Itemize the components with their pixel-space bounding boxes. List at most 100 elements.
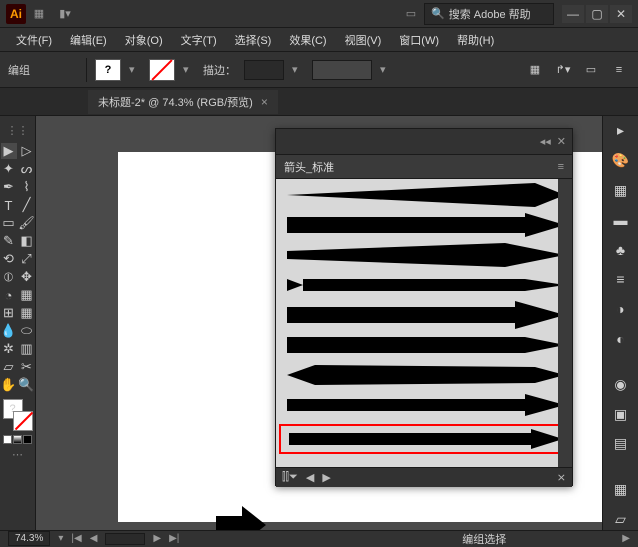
menu-object[interactable]: 对象(O) — [117, 29, 171, 51]
zoom-dropdown-icon[interactable]: ▾ — [58, 533, 63, 544]
appearance-panel-icon[interactable]: ◉ — [610, 374, 632, 396]
graphic-styles-panel-icon[interactable]: ▣ — [610, 403, 632, 425]
menu-select[interactable]: 选择(S) — [227, 29, 280, 51]
artboard-number-field[interactable] — [105, 533, 145, 545]
shaper-tool[interactable]: ✎ — [1, 233, 17, 249]
curvature-tool[interactable]: ⌇ — [19, 179, 35, 195]
sync-icon[interactable]: ▭ — [399, 4, 423, 24]
arrow-symbol-5[interactable] — [280, 301, 570, 329]
arrange-icon[interactable]: ▮▾ — [53, 4, 77, 24]
line-tool[interactable]: ╱ — [19, 197, 35, 213]
arrow-symbol-8[interactable] — [280, 391, 570, 419]
transform-icon[interactable]: ↱▾ — [552, 59, 574, 81]
menu-view[interactable]: 视图(V) — [337, 29, 390, 51]
direct-selection-tool[interactable]: ▷ — [19, 143, 35, 159]
arrow-symbol-4[interactable] — [280, 271, 570, 299]
library-menu-icon[interactable]: ⫿⫿⏷ — [282, 471, 298, 484]
isolate-icon[interactable]: ▭ — [580, 59, 602, 81]
help-search[interactable]: 🔍 搜索 Adobe 帮助 — [424, 3, 554, 25]
delete-symbol-icon[interactable]: ⨯ — [557, 471, 566, 484]
nav-first-icon[interactable]: |◀ — [71, 533, 81, 544]
arrow-symbol-6[interactable] — [280, 331, 570, 359]
stroke-weight-input[interactable] — [244, 60, 284, 80]
fill-swatch[interactable]: ? — [95, 59, 121, 81]
brush-tool[interactable]: 🖌 — [19, 215, 35, 231]
width-tool[interactable]: ⦶ — [1, 269, 17, 285]
perspective-tool[interactable]: ▦ — [19, 287, 35, 303]
gradient-panel-icon[interactable]: ◑ — [610, 298, 632, 320]
toolbox-more-icon[interactable]: ⋯ — [12, 448, 23, 461]
color-panel-icon[interactable]: 🎨 — [610, 150, 632, 172]
gradient-tool[interactable]: ▦ — [19, 305, 35, 321]
scale-tool[interactable]: ⤢ — [19, 251, 35, 267]
blend-tool[interactable]: ⬭ — [19, 323, 35, 339]
hand-tool[interactable]: ✋ — [1, 377, 17, 393]
scrollbar[interactable] — [558, 179, 572, 467]
graph-tool[interactable]: ▥ — [19, 341, 35, 357]
stroke-swatch[interactable] — [149, 59, 175, 81]
fill-stroke-control[interactable]: ? — [3, 399, 33, 431]
symbol-sprayer-tool[interactable]: ✲ — [1, 341, 17, 357]
arrow-symbol-2[interactable] — [280, 211, 570, 239]
align-icon[interactable]: ▦ — [524, 59, 546, 81]
panel-header[interactable]: ◂◂ ✕ — [276, 129, 572, 155]
collapse-icon[interactable]: ◂◂ — [540, 135, 551, 148]
opacity-field[interactable] — [312, 60, 372, 80]
stroke-color[interactable] — [13, 411, 33, 431]
selection-tool[interactable]: ▶ — [1, 143, 17, 159]
next-library-icon[interactable]: ▶ — [322, 471, 330, 484]
panel-menu-icon[interactable]: ≡ — [558, 161, 564, 173]
lasso-tool[interactable]: ᔕ — [19, 161, 35, 177]
nav-prev-icon[interactable]: ◀ — [90, 533, 98, 544]
zoom-level[interactable]: 74.3% — [8, 531, 50, 546]
panel-menu-icon[interactable]: ≡ — [608, 59, 630, 81]
nav-last-icon[interactable]: ▶| — [169, 533, 179, 544]
maximize-button[interactable]: ▢ — [586, 5, 608, 23]
menu-type[interactable]: 文字(T) — [173, 29, 225, 51]
type-tool[interactable]: T — [1, 197, 17, 213]
document-tab[interactable]: 未标题-2* @ 74.3% (RGB/预览) × — [88, 90, 278, 114]
rectangle-tool[interactable]: ▭ — [1, 215, 17, 231]
artboards-panel-icon[interactable]: ▱ — [610, 508, 632, 530]
eyedropper-tool[interactable]: 💧 — [1, 323, 17, 339]
chevron-down-icon[interactable]: ▾ — [380, 63, 392, 76]
close-tab-icon[interactable]: × — [261, 95, 268, 109]
transparency-panel-icon[interactable]: ◐ — [610, 328, 632, 350]
close-button[interactable]: ✕ — [610, 5, 632, 23]
chevron-down-icon[interactable]: ▾ — [292, 63, 304, 76]
shape-builder-tool[interactable]: ◔ — [1, 287, 17, 303]
free-transform-tool[interactable]: ✥ — [19, 269, 35, 285]
mesh-tool[interactable]: ⊞ — [1, 305, 17, 321]
asset-export-panel-icon[interactable]: ▦ — [610, 479, 632, 501]
chevron-down-icon[interactable]: ▾ — [183, 63, 195, 76]
status-menu-icon[interactable]: ▶ — [622, 533, 630, 544]
prev-library-icon[interactable]: ◀ — [306, 471, 314, 484]
rotate-tool[interactable]: ⟲ — [1, 251, 17, 267]
brushes-panel-icon[interactable]: ▬ — [610, 209, 632, 231]
menu-edit[interactable]: 编辑(E) — [62, 29, 115, 51]
color-mode-switches[interactable] — [3, 435, 32, 444]
symbols-panel-icon[interactable]: ♣ — [610, 239, 632, 261]
arrow-symbol-1[interactable] — [280, 181, 570, 209]
artboard-tool[interactable]: ▱ — [1, 359, 17, 375]
magic-wand-tool[interactable]: ✦ — [1, 161, 17, 177]
arrow-symbol-7[interactable] — [280, 361, 570, 389]
arrow-symbol-9-selected[interactable] — [280, 425, 570, 453]
close-panel-icon[interactable]: ✕ — [557, 135, 566, 148]
pen-tool[interactable]: ✒ — [1, 179, 17, 195]
menu-effect[interactable]: 效果(C) — [281, 29, 334, 51]
layers-panel-icon[interactable]: ▤ — [610, 433, 632, 455]
panel-drag-icon[interactable]: ⋮⋮ — [7, 124, 29, 137]
nav-next-icon[interactable]: ▶ — [153, 533, 161, 544]
menu-help[interactable]: 帮助(H) — [449, 29, 502, 51]
menu-file[interactable]: 文件(F) — [8, 29, 60, 51]
minimize-button[interactable]: — — [562, 5, 584, 23]
arrow-symbol-3[interactable] — [280, 241, 570, 269]
panel-tab[interactable]: 箭头_标准 ≡ — [276, 155, 572, 179]
zoom-tool[interactable]: 🔍 — [19, 377, 35, 393]
swatches-panel-icon[interactable]: ▦ — [610, 179, 632, 201]
eraser-tool[interactable]: ◧ — [19, 233, 35, 249]
chevron-down-icon[interactable]: ▾ — [129, 63, 141, 76]
properties-panel-icon[interactable]: ▸ — [610, 120, 632, 142]
arrow-symbol-on-canvas[interactable] — [216, 506, 266, 530]
